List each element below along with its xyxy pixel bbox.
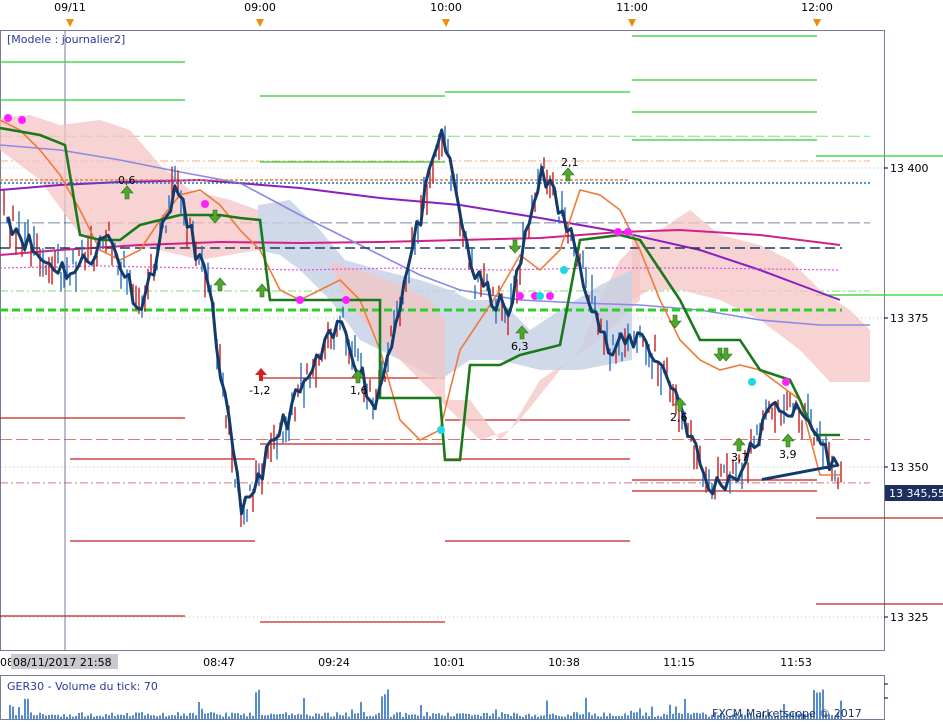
signal-dot xyxy=(536,292,544,300)
current-price-label: 13 345,55 xyxy=(889,487,943,500)
session-marker-icon xyxy=(628,19,636,27)
time-axis: 08 08/11/2017 21:58 08:47 09:24 10:01 10… xyxy=(0,651,884,669)
annotation-label: 2,1 xyxy=(561,156,579,169)
model-label: [Modele : journalier2] xyxy=(7,33,125,46)
signal-dot xyxy=(560,266,568,274)
session-marker-icon xyxy=(66,19,74,27)
header-time: 09:00 xyxy=(244,1,276,14)
price-tick-label: 13 350 xyxy=(890,461,929,474)
annotation-label: 1,6 xyxy=(350,384,368,397)
price-tick-label: 13 400 xyxy=(890,162,929,175)
header-time: 12:00 xyxy=(801,1,833,14)
session-marker-icon xyxy=(442,19,450,27)
annotation-label: 2,6 xyxy=(670,411,688,424)
annotation-label: 6,3 xyxy=(511,340,529,353)
signal-dot xyxy=(624,228,632,236)
time-tick-label: 10:38 xyxy=(548,656,580,669)
time-tick-label: 09:24 xyxy=(318,656,350,669)
time-tick-label: 08:47 xyxy=(203,656,235,669)
cursor-date-label: 08/11/2017 21:58 xyxy=(13,656,112,669)
price-chart: 09/11 09:00 10:00 11:00 12:00 [Modele : … xyxy=(0,0,943,720)
header-time: 10:00 xyxy=(430,1,462,14)
time-tick-label: 10:01 xyxy=(433,656,465,669)
chart-window: 09/11 09:00 10:00 11:00 12:00 [Modele : … xyxy=(0,0,943,720)
session-marker-icon xyxy=(813,19,821,27)
annotation-label: 0,6 xyxy=(118,174,136,187)
copyright-label: FXCM Marketscope © 2017 xyxy=(712,707,862,720)
time-tick-label: 11:53 xyxy=(780,656,812,669)
signal-dot xyxy=(516,292,524,300)
signal-dot xyxy=(296,296,304,304)
header-time: 09/11 xyxy=(54,1,86,14)
signal-dot xyxy=(782,378,790,386)
price-tick-label: 13 325 xyxy=(890,611,929,624)
price-axis: 13 400 13 375 13 350 13 325 13 345,55 xyxy=(884,162,943,624)
signal-dot xyxy=(18,116,26,124)
session-marker-icon xyxy=(256,19,264,27)
annotation-label: -1,2 xyxy=(249,384,270,397)
signal-dot xyxy=(748,378,756,386)
signal-dot xyxy=(4,114,12,122)
volume-panel: GER30 - Volume du tick: 70 FXCM Marketsc… xyxy=(0,675,888,720)
volume-label: GER30 - Volume du tick: 70 xyxy=(7,680,158,693)
header-time: 11:00 xyxy=(616,1,648,14)
signal-dot xyxy=(614,228,622,236)
signal-dot xyxy=(546,292,554,300)
signal-dot xyxy=(342,296,350,304)
price-tick-label: 13 375 xyxy=(890,312,929,325)
signal-dot xyxy=(201,200,209,208)
time-tick-label: 11:15 xyxy=(663,656,695,669)
annotation-label: 3,7 xyxy=(731,451,749,464)
session-markers xyxy=(66,19,821,27)
signal-dot xyxy=(437,426,445,434)
annotation-label: 3,9 xyxy=(779,448,797,461)
